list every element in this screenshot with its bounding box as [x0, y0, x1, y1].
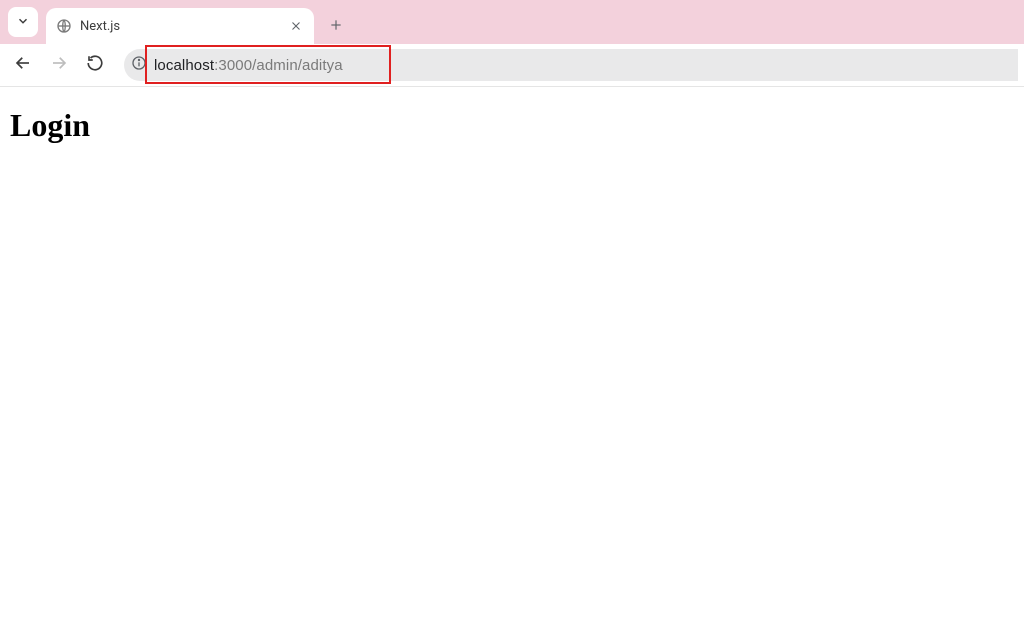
new-tab-button[interactable] — [322, 12, 350, 40]
page-heading: Login — [10, 107, 1014, 144]
tab-search-button[interactable] — [8, 7, 38, 37]
arrow-right-icon — [50, 54, 68, 76]
url-text: localhost:3000/admin/aditya — [154, 57, 343, 74]
arrow-left-icon — [14, 54, 32, 76]
browser-toolbar: localhost:3000/admin/aditya — [0, 44, 1024, 86]
reload-button[interactable] — [78, 48, 112, 82]
reload-icon — [86, 54, 104, 76]
page-content: Login — [0, 87, 1024, 164]
address-bar[interactable]: localhost:3000/admin/aditya — [124, 49, 1018, 81]
forward-button[interactable] — [42, 48, 76, 82]
chevron-down-icon — [16, 13, 30, 32]
back-button[interactable] — [6, 48, 40, 82]
info-icon — [131, 55, 147, 75]
browser-tab-strip: Next.js — [0, 0, 1024, 44]
tab-title: Next.js — [80, 19, 280, 34]
site-info-button[interactable] — [124, 55, 154, 75]
url-host: localhost — [154, 57, 214, 74]
url-path: :3000/admin/aditya — [214, 57, 343, 74]
close-icon[interactable] — [288, 18, 304, 34]
plus-icon — [329, 16, 343, 37]
browser-tab[interactable]: Next.js — [46, 8, 314, 44]
globe-icon — [56, 18, 72, 34]
